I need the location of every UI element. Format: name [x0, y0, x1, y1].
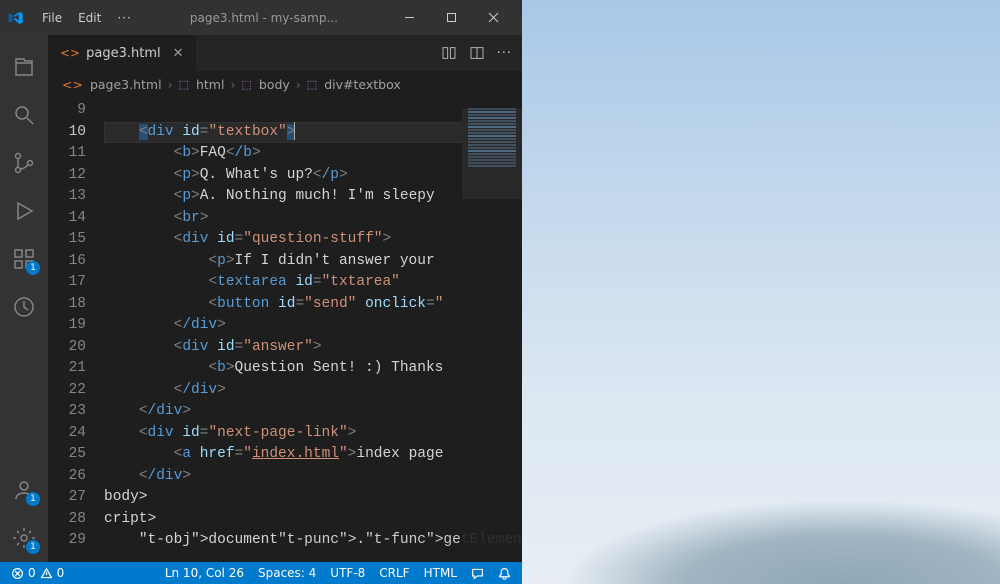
status-errors[interactable]: 0 0	[4, 566, 71, 580]
vscode-logo-icon	[8, 10, 24, 26]
vscode-window: File Edit ··· page3.html - my-samp... 1 …	[0, 0, 522, 584]
tab-bar: <> page3.html ✕ ···	[48, 35, 522, 71]
html-file-icon: <>	[62, 77, 83, 92]
close-button[interactable]	[472, 3, 514, 33]
activity-bar: 1 1 1	[0, 35, 48, 562]
settings-gear-icon[interactable]: 1	[0, 514, 48, 562]
breadcrumb-div-textbox[interactable]: div#textbox	[324, 77, 401, 92]
compare-changes-icon[interactable]	[441, 45, 457, 61]
extensions-badge: 1	[26, 261, 40, 275]
menu-more-icon[interactable]: ···	[109, 11, 139, 25]
search-icon[interactable]	[0, 91, 48, 139]
symbol-icon: ⬚	[179, 78, 189, 91]
minimize-button[interactable]	[388, 3, 430, 33]
tab-close-icon[interactable]: ✕	[173, 46, 184, 61]
explorer-icon[interactable]	[0, 43, 48, 91]
window-title: page3.html - my-samp...	[140, 11, 388, 25]
symbol-icon: ⬚	[307, 78, 317, 91]
status-encoding[interactable]: UTF-8	[323, 566, 372, 580]
code-content[interactable]: <div id="textbox"> <b>FAQ</b> <p>Q. What…	[104, 97, 522, 562]
timeline-icon[interactable]	[0, 283, 48, 331]
code-editor[interactable]: 9101112131415161718192021222324252627282…	[48, 97, 522, 562]
title-bar[interactable]: File Edit ··· page3.html - my-samp...	[0, 0, 522, 35]
extensions-icon[interactable]: 1	[0, 235, 48, 283]
chevron-right-icon: ›	[230, 77, 235, 92]
status-language[interactable]: HTML	[417, 566, 464, 580]
chevron-right-icon: ›	[168, 77, 173, 92]
settings-badge: 1	[26, 540, 40, 554]
menu-file[interactable]: File	[34, 11, 70, 25]
menu-edit[interactable]: Edit	[70, 11, 109, 25]
minimap[interactable]	[462, 97, 522, 562]
breadcrumb-body[interactable]: body	[259, 77, 290, 92]
run-debug-icon[interactable]	[0, 187, 48, 235]
breadcrumb-file[interactable]: page3.html	[90, 77, 162, 92]
accounts-badge: 1	[26, 492, 40, 506]
tab-filename: page3.html	[86, 46, 160, 61]
breadcrumb-html[interactable]: html	[196, 77, 224, 92]
line-number-gutter[interactable]: 9101112131415161718192021222324252627282…	[48, 97, 104, 562]
status-cursor-position[interactable]: Ln 10, Col 26	[158, 566, 251, 580]
symbol-icon: ⬚	[241, 78, 251, 91]
status-bell-icon[interactable]	[491, 567, 518, 580]
status-indentation[interactable]: Spaces: 4	[251, 566, 323, 580]
accounts-icon[interactable]: 1	[0, 466, 48, 514]
tab-page3-html[interactable]: <> page3.html ✕	[48, 35, 196, 71]
status-feedback-icon[interactable]	[464, 567, 491, 580]
maximize-button[interactable]	[430, 3, 472, 33]
more-actions-icon[interactable]: ···	[497, 46, 512, 61]
status-eol[interactable]: CRLF	[372, 566, 416, 580]
split-editor-icon[interactable]	[469, 45, 485, 61]
source-control-icon[interactable]	[0, 139, 48, 187]
html-file-icon: <>	[60, 46, 80, 60]
status-bar: 0 0 Ln 10, Col 26 Spaces: 4 UTF-8 CRLF H…	[0, 562, 522, 584]
chevron-right-icon: ›	[296, 77, 301, 92]
breadcrumb[interactable]: <> page3.html › ⬚ html › ⬚ body › ⬚ div#…	[48, 71, 522, 97]
